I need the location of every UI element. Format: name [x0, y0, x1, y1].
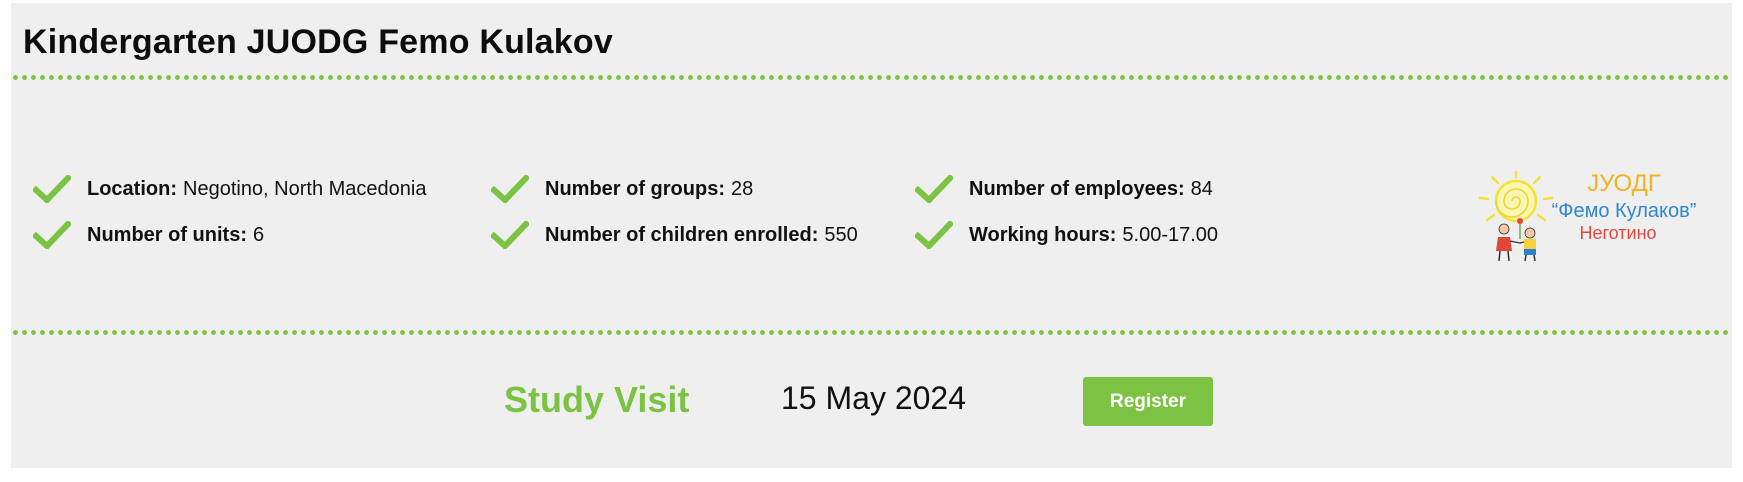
- feature-label: Number of employees:: [969, 177, 1185, 200]
- feature-value: 6: [253, 223, 265, 246]
- feature-value: 28: [731, 177, 754, 200]
- checkmark-icon: [33, 221, 71, 249]
- children-figures: [1496, 218, 1536, 262]
- study-visit-date: 15 May 2024: [781, 380, 967, 416]
- feature-label: Location:: [87, 177, 177, 200]
- feature-value: 5.00-17.00: [1122, 223, 1219, 246]
- logo-line-2: “Фемо Кулаков”: [1552, 200, 1697, 222]
- study-visit-label: Study Visit: [504, 379, 690, 420]
- feature-working-hours: Working hours: 5.00-17.00: [915, 221, 1218, 249]
- feature-number-of-groups: Number of groups: 28: [491, 175, 753, 203]
- checkmark-icon: [915, 175, 953, 203]
- feature-number-of-children-enrolled: Number of children enrolled: 550: [491, 221, 858, 249]
- feature-location: Location: Negotino, North Macedonia: [33, 175, 426, 203]
- checkmark-icon: [491, 221, 529, 249]
- feature-label: Number of groups:: [545, 177, 725, 200]
- feature-value: 84: [1190, 177, 1213, 200]
- feature-value: 550: [824, 223, 858, 246]
- logo-line-1: ЈУОДГ: [1587, 171, 1661, 197]
- feature-number-of-units: Number of units: 6: [33, 221, 264, 249]
- page-title: Kindergarten JUODG Femo Kulakov: [23, 23, 613, 61]
- logo-line-3: Неготино: [1579, 223, 1656, 243]
- register-button[interactable]: Register: [1083, 377, 1213, 426]
- feature-label: Number of units:: [87, 223, 247, 246]
- dotted-divider-bottom: [11, 330, 1732, 335]
- checkmark-icon: [33, 175, 71, 203]
- feature-value: Negotino, North Macedonia: [183, 177, 427, 200]
- checkmark-icon: [491, 175, 529, 203]
- kindergarten-card: Kindergarten JUODG Femo Kulakov Location…: [11, 3, 1732, 468]
- dotted-divider-top: [11, 75, 1732, 80]
- feature-label: Number of children enrolled:: [545, 223, 819, 246]
- feature-label: Working hours:: [969, 223, 1117, 246]
- checkmark-icon: [915, 221, 953, 249]
- feature-number-of-employees: Number of employees: 84: [915, 175, 1213, 203]
- kindergarten-logo: ЈУОДГ “Фемо Кулаков” Неготино: [1478, 171, 1697, 262]
